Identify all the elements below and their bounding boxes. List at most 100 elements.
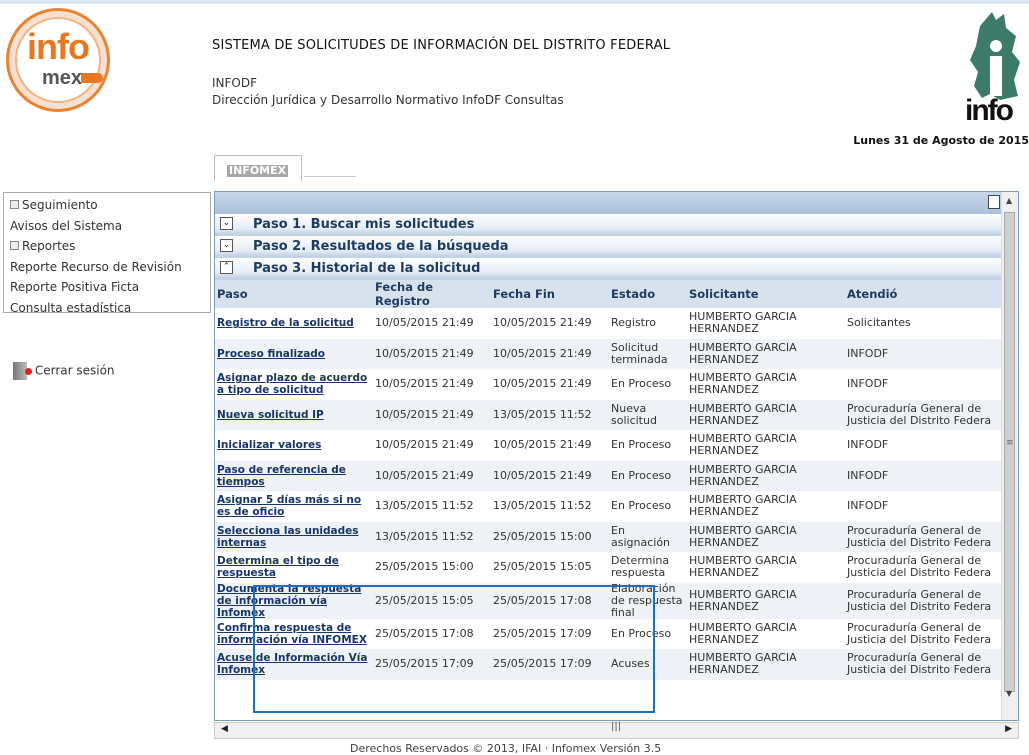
step-link[interactable]: Acuse de Información Vía Infomex xyxy=(217,652,368,676)
table-cell: 13/05/2015 11:52 xyxy=(493,499,592,513)
tab-empty[interactable] xyxy=(304,176,356,182)
tab-infomex[interactable]: INFOMEX xyxy=(214,155,302,181)
department-name: Dirección Jurídica y Desarrollo Normativ… xyxy=(212,93,564,107)
chevron-down-icon[interactable]: ⌄ xyxy=(220,217,233,230)
table-cell: Procuraduría General de Justicia del Dis… xyxy=(845,399,1004,430)
step-link[interactable]: Asignar plazo de acuerdo a tipo de solic… xyxy=(217,372,367,396)
sidebar-item-2[interactable]: Reportes xyxy=(4,236,210,257)
table-cell: 25/05/2015 17:09 xyxy=(373,649,491,680)
step-header-2[interactable]: ⌄ Paso 2. Resultados de la búsqueda xyxy=(215,236,1018,258)
step-link[interactable]: Nueva solicitud IP xyxy=(217,409,324,421)
table-cell: Acuse de Información Vía Infomex xyxy=(215,649,373,680)
table-cell: Solicitud terminada xyxy=(609,338,687,369)
table-cell: INFODF xyxy=(847,438,889,452)
step-link[interactable]: Selecciona las unidades internas xyxy=(217,525,359,549)
table-row: Nueva solicitud IP 10/05/2015 21:49 13/05/… xyxy=(215,399,1004,430)
step-label: Paso 3. Historial de la solicitud xyxy=(253,261,481,276)
table-cell: 25/05/2015 17:09 xyxy=(491,649,609,680)
step-link[interactable]: Registro de la solicitud xyxy=(217,317,354,329)
table-cell: 10/05/2015 21:49 xyxy=(375,438,474,452)
current-date: Lunes 31 de Agosto de 2015 xyxy=(853,134,1029,147)
table-cell: HUMBERTO GARCIA HERNANDEZ xyxy=(689,554,797,580)
document-icon[interactable] xyxy=(988,195,1000,209)
scroll-up-icon[interactable]: ▲ xyxy=(1006,196,1012,205)
table-row: Paso de referencia de tiempos 10/05/2015 … xyxy=(215,460,1004,491)
table-cell: 10/05/2015 21:49 xyxy=(375,377,474,391)
table-row: Acuse de Información Vía Infomex 25/05/20… xyxy=(215,649,1004,680)
sidebar-item-label: Seguimiento xyxy=(22,198,98,212)
table-cell: 25/05/2015 15:05 xyxy=(493,560,592,574)
table-cell: 13/05/2015 11:52 xyxy=(373,521,491,552)
sidebar-item-5[interactable]: Consulta estadística xyxy=(4,298,210,319)
step-link[interactable]: Documenta la respuesta de información ví… xyxy=(217,583,361,619)
table-cell: Confirma respuesta de información vía IN… xyxy=(215,619,373,650)
table-row: Inicializar valores 10/05/2015 21:49 10/05… xyxy=(215,430,1004,461)
scroll-left-icon[interactable]: ◀ xyxy=(221,724,228,734)
table-cell: Registro de la solicitud xyxy=(215,308,373,339)
expand-icon xyxy=(10,200,19,209)
sidebar-item-0[interactable]: Seguimiento xyxy=(4,195,210,216)
scroll-grip-icon: ≡ xyxy=(1006,438,1014,448)
table-cell: Elaboración de respuesta final xyxy=(609,582,687,619)
table-cell: 25/05/2015 15:00 xyxy=(491,521,609,552)
scroll-grip-icon: ||| xyxy=(611,721,622,732)
table-cell: HUMBERTO GARCIA HERNANDEZ xyxy=(689,620,797,646)
step-link[interactable]: Inicializar valores xyxy=(217,439,321,451)
logout-door-icon xyxy=(13,362,32,380)
table-cell: Nueva solicitud IP xyxy=(215,399,373,430)
step-header-1[interactable]: ⌄ Paso 1. Buscar mis solicitudes xyxy=(215,214,1018,236)
logo-arrow-icon xyxy=(81,73,103,83)
column-header: Fecha de Registro xyxy=(373,280,491,308)
table-row: Selecciona las unidades internas 13/05/20… xyxy=(215,521,1004,552)
column-header: Paso xyxy=(215,280,373,308)
table-cell: 10/05/2015 21:49 xyxy=(373,460,491,491)
vertical-scrollbar[interactable]: ▲ ≡ ▼ xyxy=(1001,192,1018,720)
chevron-down-icon[interactable]: ⌄ xyxy=(220,239,233,252)
sidebar-item-3[interactable]: Reporte Recurso de Revisión xyxy=(4,257,210,278)
logo-text-top: info xyxy=(27,26,90,67)
sidebar-item-4[interactable]: Reporte Positiva Ficta xyxy=(4,277,210,298)
sidebar-item-1[interactable]: Avisos del Sistema xyxy=(4,216,210,237)
logout-button[interactable]: Cerrar sesión xyxy=(13,362,115,380)
scroll-down-icon[interactable]: ▼ xyxy=(1006,689,1012,698)
table-cell: Nueva solicitud xyxy=(609,399,687,430)
table-cell: Inicializar valores xyxy=(215,430,373,461)
system-title: SISTEMA DE SOLICITUDES DE INFORMACIÓN DE… xyxy=(212,38,671,53)
table-cell: 10/05/2015 21:49 xyxy=(375,316,474,330)
scroll-thumb[interactable] xyxy=(1004,212,1015,692)
table-cell: 10/05/2015 21:49 xyxy=(493,438,592,452)
top-bar xyxy=(0,0,1029,4)
sidebar-item-label: Reporte Recurso de Revisión xyxy=(10,259,182,274)
column-header: Atendió xyxy=(845,280,1004,308)
table-cell: HUMBERTO GARCIA HERNANDEZ xyxy=(687,521,845,552)
horizontal-scrollbar[interactable]: ◀ ||| ▶ xyxy=(214,721,1019,739)
table-cell: En Proceso xyxy=(611,626,672,640)
table-cell: HUMBERTO GARCIA HERNANDEZ xyxy=(689,310,797,336)
table-cell: HUMBERTO GARCIA HERNANDEZ xyxy=(687,399,845,430)
table-cell: Procuraduría General de Justicia del Dis… xyxy=(847,554,992,580)
table-cell: Procuraduría General de Justicia del Dis… xyxy=(845,582,1004,619)
table-cell: HUMBERTO GARCIA HERNANDEZ xyxy=(689,371,797,397)
step-link[interactable]: Paso de referencia de tiempos xyxy=(217,464,346,488)
table-cell: En asignación xyxy=(609,521,687,552)
table-cell: 25/05/2015 15:05 xyxy=(373,582,491,619)
step-link[interactable]: Confirma respuesta de información vía IN… xyxy=(217,622,367,646)
table-cell: Determina respuesta xyxy=(611,554,670,580)
sidebar-item-label: Reporte Positiva Ficta xyxy=(10,280,140,294)
expand-icon xyxy=(10,241,19,250)
table-cell: En Proceso xyxy=(611,438,672,452)
step-link[interactable]: Asignar 5 días más si no es de oficio xyxy=(217,494,361,518)
step-header-3[interactable]: ⌃ Paso 3. Historial de la solicitud xyxy=(215,258,1018,280)
table-cell: 10/05/2015 21:49 xyxy=(491,338,609,369)
table-cell: En Proceso xyxy=(611,499,672,513)
step-link[interactable]: Proceso finalizado xyxy=(217,348,325,360)
scroll-right-icon[interactable]: ▶ xyxy=(1005,724,1012,734)
tab-infomex-label: INFOMEX xyxy=(227,164,289,177)
table-row: Confirma respuesta de información vía IN… xyxy=(215,619,1004,650)
chevron-up-icon[interactable]: ⌃ xyxy=(220,261,233,274)
table-cell: HUMBERTO GARCIA HERNANDEZ xyxy=(689,493,797,519)
panel-header xyxy=(215,192,1018,214)
table-cell: HUMBERTO GARCIA HERNANDEZ xyxy=(687,338,845,369)
table-cell: INFODF xyxy=(847,499,889,513)
step-link[interactable]: Determina el tipo de respuesta xyxy=(217,555,339,579)
